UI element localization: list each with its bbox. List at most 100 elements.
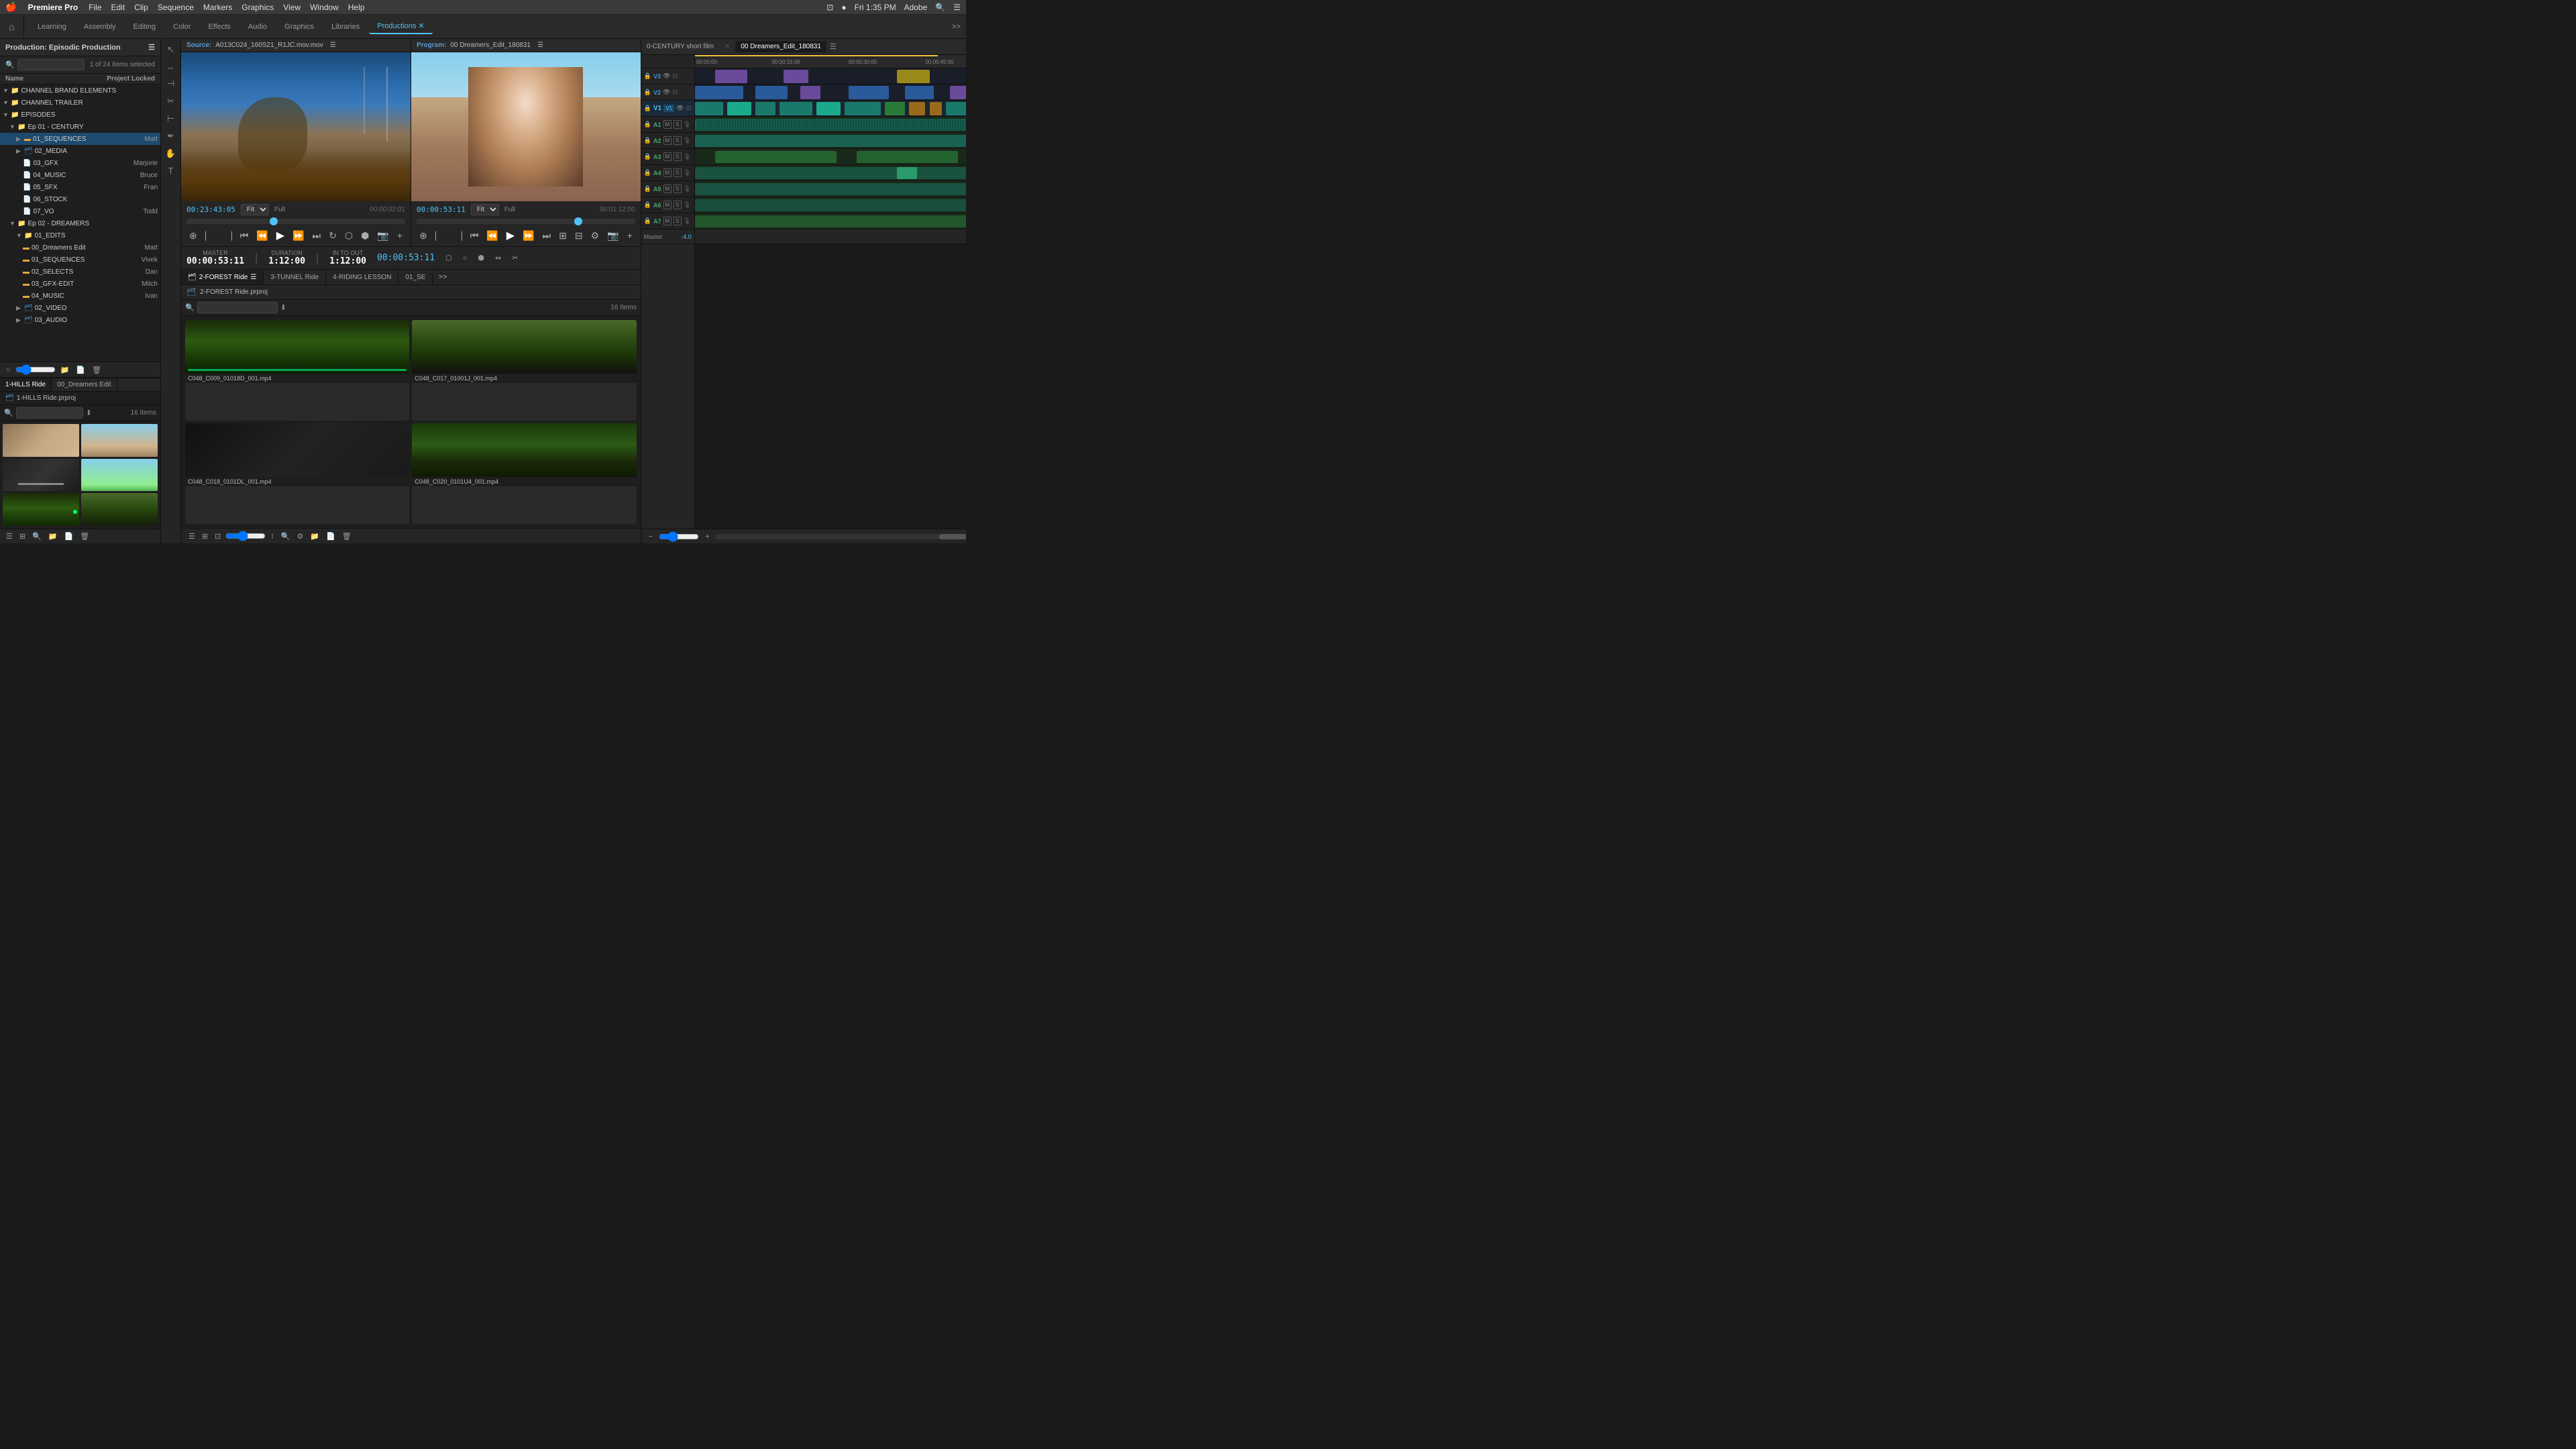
more-tabs[interactable]: >> bbox=[947, 20, 966, 34]
clip-block[interactable] bbox=[909, 102, 925, 115]
tree-item-04-music[interactable]: 📄 04_MUSIC Bruce bbox=[0, 169, 160, 181]
tree-item-01-edits[interactable]: ▼ 📁 01_EDITS bbox=[0, 229, 160, 241]
add-marker-btn2[interactable]: ⊕ bbox=[417, 229, 430, 243]
menu-clip[interactable]: Clip bbox=[134, 3, 148, 12]
tree-item-03-gfx-edit[interactable]: ▬ 03_GFX-EDIT Mitch bbox=[0, 278, 160, 290]
track-row-a7[interactable] bbox=[695, 213, 966, 229]
search-icon[interactable]: 🔍 bbox=[935, 3, 945, 12]
tree-item-03-gfx[interactable]: 📄 03_GFX Marjorie bbox=[0, 157, 160, 169]
insert-btn[interactable]: ⬡ bbox=[342, 229, 356, 243]
tree-item-02-video[interactable]: ▶ 🗂 02_VIDEO bbox=[0, 302, 160, 314]
mute-btn-a7[interactable]: M bbox=[663, 217, 672, 225]
seq-tool3[interactable]: ⬢ bbox=[478, 254, 484, 262]
bin-tab-01se[interactable]: 01_SE bbox=[398, 270, 433, 284]
mute-btn-a6[interactable]: M bbox=[663, 201, 672, 209]
list-item[interactable]: A001_1234_3030_001.mp4 bbox=[81, 424, 158, 457]
audio-clip-a4[interactable] bbox=[695, 167, 966, 179]
new-bin-btn[interactable]: 📁 bbox=[58, 365, 72, 375]
timeline-tab-dreamers[interactable]: 00 Dreamers_Edit_180831 bbox=[735, 41, 826, 52]
project-search-input[interactable] bbox=[17, 59, 85, 70]
track-row-a4[interactable] bbox=[695, 165, 966, 181]
automate-icon[interactable]: ⚙ bbox=[295, 531, 306, 541]
list-item[interactable]: C048_C017_01001J_001.mp4 bbox=[81, 493, 158, 526]
tab-graphics[interactable]: Graphics bbox=[276, 20, 322, 34]
settings-btn[interactable]: ⚙ bbox=[588, 229, 602, 243]
tab-color[interactable]: Color bbox=[165, 20, 199, 34]
mute-btn-a4[interactable]: M bbox=[663, 168, 672, 177]
overwrite-btn[interactable]: ⬢ bbox=[358, 229, 372, 243]
lock-icon-a2[interactable]: 🔒 bbox=[644, 137, 651, 144]
mark-out-btn2[interactable]: ⎹ bbox=[450, 229, 465, 243]
play-btn[interactable]: ▶ bbox=[274, 227, 287, 244]
sort-icon[interactable]: ↕ bbox=[268, 531, 276, 541]
clip-block[interactable] bbox=[784, 70, 808, 83]
clip-search-input[interactable] bbox=[16, 407, 83, 419]
bin-tab-forest[interactable]: 🗂 2-FOREST Ride ☰ bbox=[181, 270, 264, 284]
lock-icon[interactable]: 🔒 bbox=[644, 72, 651, 80]
tree-item-01-seq2[interactable]: ▬ 01_SEQUENCES Vivek bbox=[0, 254, 160, 266]
list-view-icon[interactable]: ☰ bbox=[186, 531, 197, 541]
program-scrub-handle[interactable] bbox=[574, 217, 582, 225]
audio-clip-a4-2[interactable] bbox=[897, 167, 917, 179]
track-row-a6[interactable] bbox=[695, 197, 966, 213]
type-icon[interactable]: T bbox=[168, 166, 174, 176]
bin-zoom-slider[interactable] bbox=[225, 531, 266, 541]
seq-tool5[interactable]: ✂ bbox=[512, 254, 518, 262]
solo-btn-a5[interactable]: S bbox=[674, 184, 681, 193]
add-btn[interactable]: + bbox=[394, 229, 405, 242]
notification-icon[interactable]: ☰ bbox=[953, 3, 961, 12]
filter-icon[interactable]: 🔍 bbox=[279, 531, 292, 541]
bottom-tab-hills[interactable]: 1-HILLS Ride bbox=[0, 378, 52, 391]
import-icon[interactable]: ⬇ bbox=[86, 409, 92, 417]
audio-clip-a7[interactable] bbox=[695, 215, 966, 227]
clip-block[interactable] bbox=[780, 102, 812, 115]
lock-icon[interactable]: 🔒 bbox=[644, 89, 651, 96]
tab-learning[interactable]: Learning bbox=[30, 20, 74, 34]
track-row-a5[interactable] bbox=[695, 181, 966, 197]
tree-item-ep01[interactable]: ▼ 📁 Ep 01 - CENTURY bbox=[0, 121, 160, 133]
track-row-a3[interactable] bbox=[695, 149, 966, 165]
mute-btn-a2[interactable]: M bbox=[663, 136, 672, 145]
clip-block[interactable] bbox=[715, 70, 747, 83]
comparison-btn[interactable]: ⊟ bbox=[572, 229, 586, 243]
track-row-a2[interactable] bbox=[695, 133, 966, 149]
step-forward-btn2[interactable]: ⏩ bbox=[520, 229, 537, 243]
solo-btn-a4[interactable]: S bbox=[674, 168, 681, 177]
track-settings-v2[interactable]: ⊡ bbox=[672, 89, 678, 96]
freeform-icon[interactable]: ⊡ bbox=[213, 531, 223, 541]
go-out-btn[interactable]: ⏭ bbox=[310, 229, 324, 243]
play-btn2[interactable]: ▶ bbox=[504, 227, 517, 244]
h-scrollbar-thumb[interactable] bbox=[939, 534, 966, 539]
import-icon2[interactable]: ⬇ bbox=[280, 303, 286, 312]
track-row-v2[interactable]: Ora bbox=[695, 85, 966, 101]
track-select-icon[interactable]: ↔ bbox=[166, 62, 175, 72]
clip-block[interactable] bbox=[755, 102, 775, 115]
timeline-zoom-out[interactable]: − bbox=[647, 532, 655, 541]
clip-block[interactable] bbox=[885, 102, 905, 115]
lock-icon[interactable]: 🔒 bbox=[644, 105, 651, 112]
tab-assembly[interactable]: Assembly bbox=[76, 20, 124, 34]
lock-icon-a3[interactable]: 🔒 bbox=[644, 153, 651, 160]
lock-icon-a7[interactable]: 🔒 bbox=[644, 217, 651, 225]
pen-icon[interactable]: ✒ bbox=[167, 131, 174, 142]
go-out-btn2[interactable]: ⏭ bbox=[540, 229, 554, 243]
source-menu[interactable]: ☰ bbox=[330, 42, 336, 49]
list-view-btn[interactable]: ☰ bbox=[4, 531, 15, 541]
mark-out-btn[interactable]: ⎹ bbox=[220, 229, 235, 243]
bin-tab-tunnel[interactable]: 3-TUNNEL Ride bbox=[264, 270, 326, 284]
lock-icon-a6[interactable]: 🔒 bbox=[644, 201, 651, 209]
tree-item-channel-trailer[interactable]: ▼ 📁 CHANNEL TRAILER bbox=[0, 97, 160, 109]
new-item-btn2[interactable]: 📄 bbox=[62, 531, 76, 541]
timeline-tab-century[interactable]: 0-CENTURY short film bbox=[641, 41, 719, 52]
tree-item-06-stock[interactable]: 📄 06_STOCK bbox=[0, 193, 160, 205]
delete-btn[interactable]: 🗑 bbox=[90, 365, 103, 375]
new-bin-btn2[interactable]: 📁 bbox=[46, 531, 60, 541]
track-settings-v3[interactable]: ⊡ bbox=[672, 72, 678, 80]
new-bin-btn3[interactable]: 📁 bbox=[308, 531, 321, 541]
solo-btn-a3[interactable]: S bbox=[674, 152, 681, 161]
tree-item-channel-brand[interactable]: ▼ 📁 CHANNEL BRAND ELEMENTS bbox=[0, 85, 160, 97]
lock-icon-a4[interactable]: 🔒 bbox=[644, 169, 651, 176]
eye-icon-v3[interactable]: 👁 bbox=[663, 72, 670, 80]
clip-block[interactable] bbox=[946, 102, 966, 115]
tree-item-04-music2[interactable]: ▬ 04_MUSIC Ivan bbox=[0, 290, 160, 302]
